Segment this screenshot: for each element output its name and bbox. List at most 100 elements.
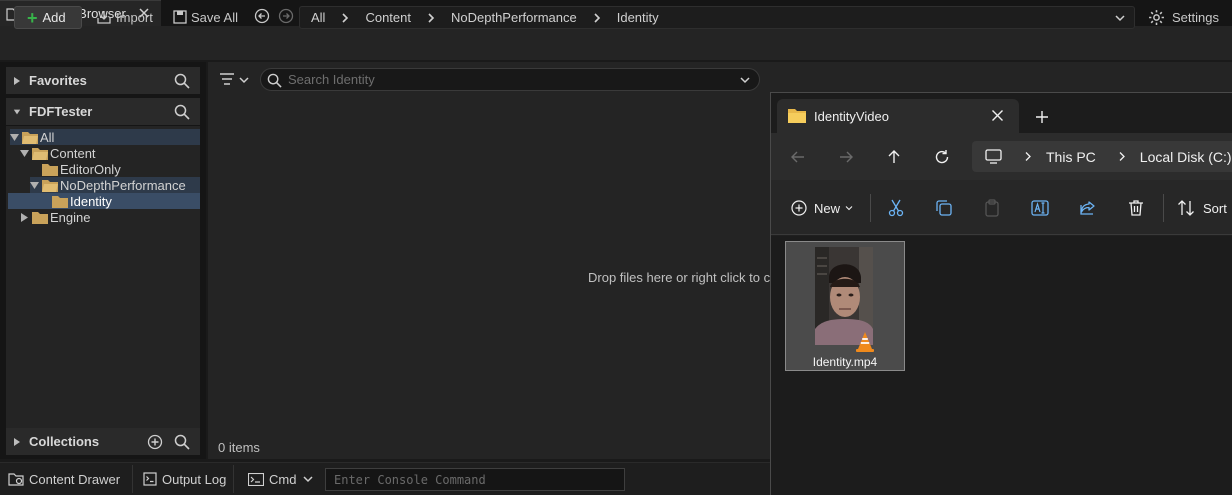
history-back-icon[interactable] [254,8,270,24]
output-log-label: Output Log [162,471,227,487]
address-bar[interactable]: This PC Local Disk (C:) [972,141,1232,172]
filter-icon[interactable] [219,71,253,89]
project-header[interactable]: FDFTester [6,98,200,125]
collapse-arrow-icon[interactable] [13,107,21,117]
terminal-icon [248,472,264,486]
divider [132,465,133,493]
chevron-right-icon[interactable] [426,12,436,23]
tree-item-label: Content [50,145,96,161]
paste-icon[interactable] [982,198,1002,218]
tree-item-label: NoDepthPerformance [60,177,186,193]
expanded-arrow-icon[interactable] [20,149,29,158]
folder-icon [32,211,48,224]
save-icon [173,10,187,24]
chevron-right-icon[interactable] [1024,152,1033,161]
import-label: Import [116,9,153,25]
search-icon[interactable] [174,104,190,120]
address-this-pc[interactable]: This PC [1046,149,1096,165]
search-icon[interactable] [174,434,190,450]
new-label: New [814,200,841,216]
search-icon[interactable] [174,73,190,89]
expanded-arrow-icon[interactable] [10,133,19,142]
history-forward-icon[interactable] [278,8,294,24]
expand-arrow-icon[interactable] [13,76,21,86]
new-button[interactable]: New [791,198,853,218]
new-tab-icon[interactable] [1035,110,1049,124]
breadcrumb-identity[interactable]: Identity [617,10,659,25]
import-icon [97,11,111,24]
chevron-right-icon[interactable] [592,12,602,23]
gear-icon [1149,9,1164,25]
chevron-right-icon[interactable] [1118,152,1127,161]
delete-icon[interactable] [1126,198,1146,218]
output-log-button[interactable]: Output Log [143,463,226,495]
tree-item-content[interactable]: Content [20,145,212,161]
back-arrow-icon[interactable] [790,149,806,165]
tree-item-nodepthperformance[interactable]: NoDepthPerformance [30,177,200,193]
tree-item-label: EditorOnly [60,161,121,177]
add-collection-icon[interactable] [147,434,163,450]
search-input[interactable] [288,71,728,88]
explorer-file-area[interactable]: Identity.mp4 [771,236,1232,495]
empty-hint: Drop files here or right click to c [588,270,770,285]
search-field[interactable] [260,68,760,91]
console-command-field[interactable] [325,468,625,491]
tree-item-editoronly[interactable]: EditorOnly [42,161,234,177]
refresh-icon[interactable] [934,149,950,165]
copy-icon[interactable] [934,198,954,218]
folder-open-icon [42,179,58,192]
explorer-tab[interactable]: IdentityVideo [777,99,1019,133]
folder-tree: All Content EditorOnly NoDepthPerformanc… [6,126,200,429]
output-log-icon [143,472,157,486]
sort-button[interactable]: Sort [1177,198,1227,218]
settings-button[interactable]: Settings [1148,8,1219,26]
tree-item-identity[interactable]: Identity [8,193,200,209]
expand-arrow-icon[interactable] [13,437,21,447]
file-item[interactable]: Identity.mp4 [785,241,905,371]
save-all-button[interactable]: Save All [173,8,238,26]
breadcrumb-all[interactable]: All [311,10,325,25]
content-drawer-icon [8,473,24,486]
new-plus-icon [791,200,807,216]
add-button[interactable]: + Add [14,6,82,29]
divider [870,194,871,222]
tree-item-all[interactable]: All [10,129,200,145]
explorer-tab-bar: IdentityVideo [771,93,1232,133]
content-drawer-label: Content Drawer [29,471,121,487]
share-icon[interactable] [1078,198,1098,218]
file-explorer-window: IdentityVideo This PC Local Disk (C:) Ne… [770,92,1232,495]
collapsed-arrow-icon[interactable] [20,212,29,222]
close-icon[interactable] [991,109,1004,122]
chevron-down-icon[interactable] [739,74,751,86]
chevron-right-icon[interactable] [340,12,350,23]
forward-arrow-icon[interactable] [838,149,854,165]
breadcrumb-nodepthperformance[interactable]: NoDepthPerformance [451,10,577,25]
console-command-input[interactable] [326,469,624,490]
add-label: Add [42,10,66,25]
rename-icon[interactable] [1030,198,1050,218]
tree-item-engine[interactable]: Engine [20,209,212,225]
explorer-tab-title: IdentityVideo [814,109,889,124]
path-breadcrumb[interactable]: All Content NoDepthPerformance Identity [299,6,1135,29]
file-name: Identity.mp4 [812,355,878,369]
favorites-header[interactable]: Favorites [6,67,200,94]
up-arrow-icon[interactable] [886,149,902,165]
plus-icon: + [27,7,38,28]
sources-panel: Favorites FDFTester All Content EditorOn… [0,62,206,459]
cmd-dropdown[interactable]: Cmd [248,463,314,495]
chevron-down-icon[interactable] [1114,12,1126,24]
explorer-navigation: This PC Local Disk (C:) [771,133,1232,180]
breadcrumb-content[interactable]: Content [365,10,411,25]
collections-header[interactable]: Collections [6,428,200,455]
cut-icon[interactable] [886,198,906,218]
search-icon [267,73,282,88]
expanded-arrow-icon[interactable] [30,181,39,190]
collections-title: Collections [29,434,100,449]
folder-open-icon [32,147,48,160]
address-local-disk[interactable]: Local Disk (C:) [1140,149,1232,165]
divider [1163,194,1164,222]
import-button[interactable]: Import [96,8,153,26]
explorer-command-bar: New Sort [771,180,1232,235]
project-title: FDFTester [29,104,93,119]
content-drawer-button[interactable]: Content Drawer [8,463,120,495]
